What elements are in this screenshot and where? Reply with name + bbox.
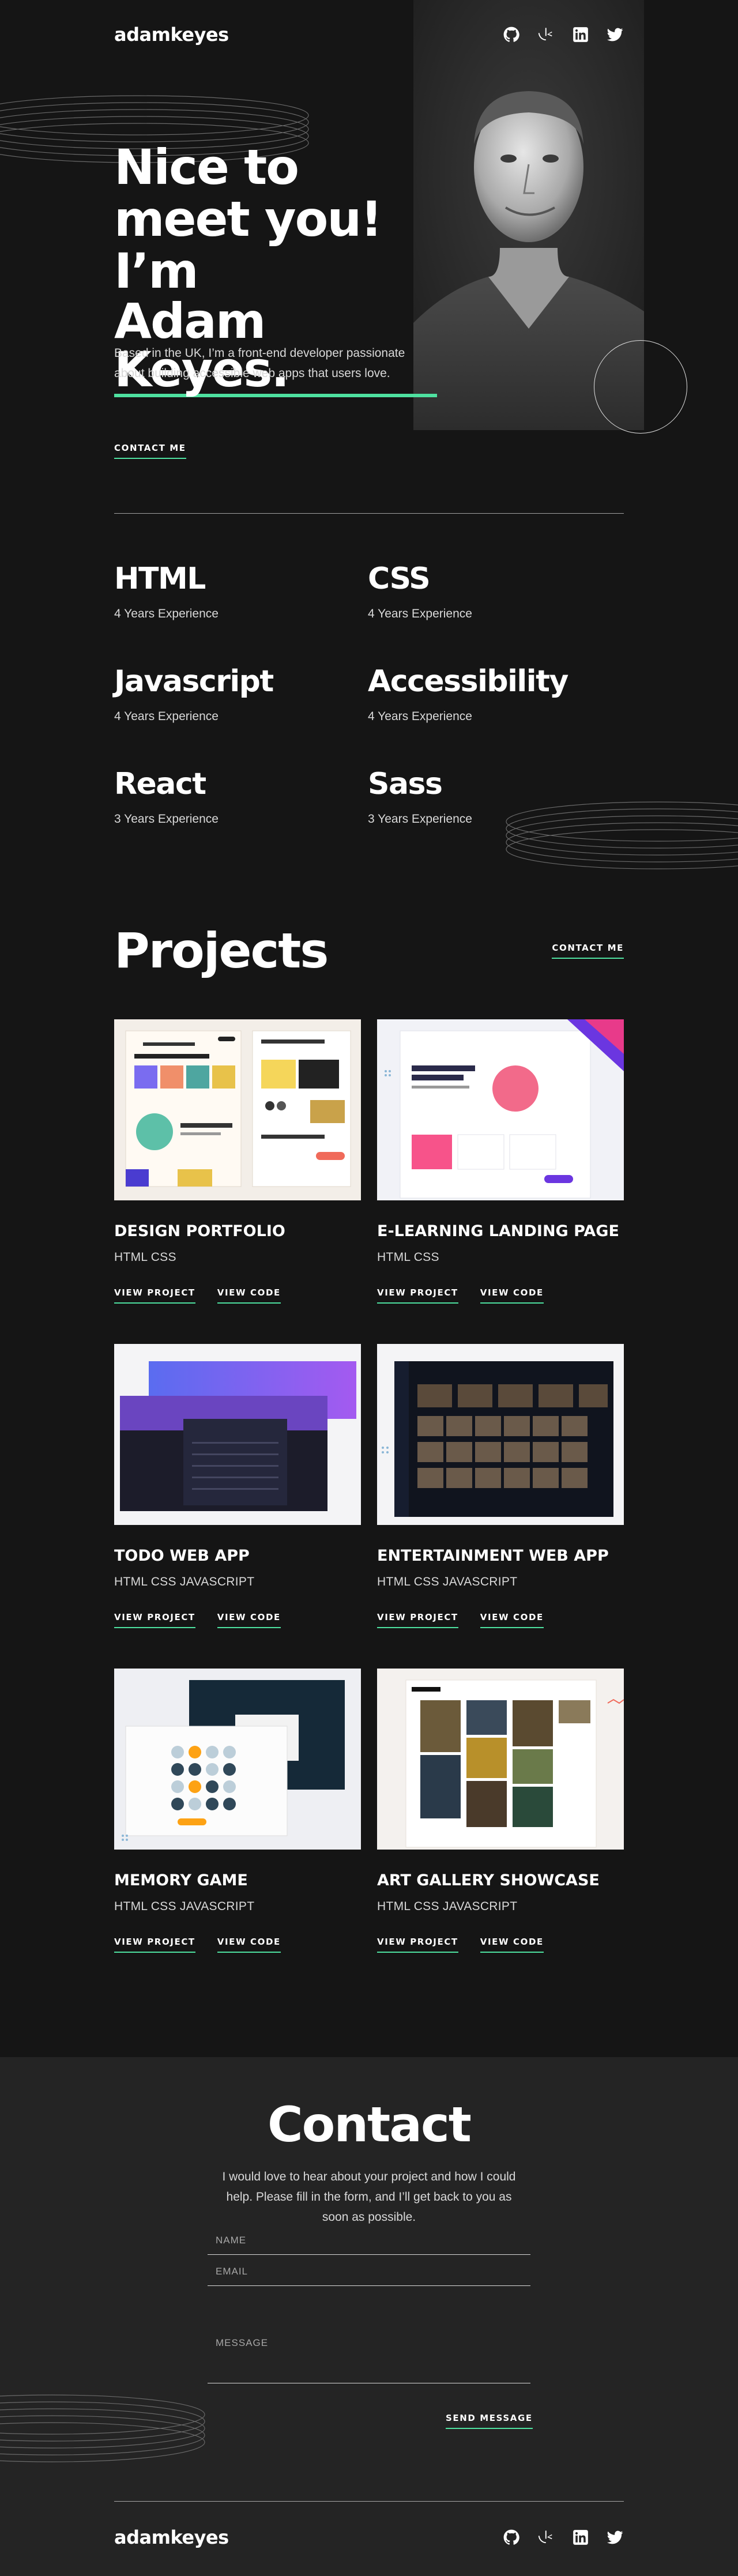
- project-thumbnail-art-gallery[interactable]: [377, 1669, 624, 1850]
- project-links: View project View code: [114, 1612, 361, 1628]
- project-tags: HTML CSS Javascript: [377, 1575, 518, 1588]
- site-footer: adamkeyes: [114, 2520, 624, 2555]
- project-title: Art Gallery Showcase: [377, 1871, 600, 1889]
- skill-name: Sass: [368, 767, 443, 801]
- skill-item: Javascript 4 Years Experience: [114, 665, 368, 724]
- hero-contact-button[interactable]: Contact me: [114, 443, 186, 459]
- skill-name: Accessibility: [368, 664, 568, 699]
- view-code-button[interactable]: View code: [480, 1612, 544, 1628]
- project-title: E-Learning Landing Page: [377, 1222, 619, 1240]
- project-links: View project View code: [114, 1937, 361, 1953]
- view-project-button[interactable]: View project: [114, 1612, 195, 1628]
- message-input[interactable]: [208, 2337, 530, 2380]
- project-title: Todo Web App: [114, 1547, 250, 1565]
- footer-social-links: [503, 2529, 624, 2546]
- projects-title: Projects: [114, 922, 329, 979]
- social-links: [503, 26, 624, 43]
- view-project-button[interactable]: View project: [377, 1612, 458, 1628]
- project-card: Entertainment Web App HTML CSS Javascrip…: [377, 1344, 624, 1628]
- project-links: View project View code: [377, 1937, 624, 1953]
- project-card: Memory Game HTML CSS Javascript View pro…: [114, 1669, 361, 1953]
- project-tags: HTML CSS: [377, 1251, 439, 1264]
- circle-decoration: [594, 340, 687, 434]
- portfolio-page: adamkeyes Nice to meet you! I’m Adam Key…: [0, 0, 738, 2576]
- frontend-mentor-icon[interactable]: [537, 2529, 555, 2546]
- project-tags: HTML CSS: [114, 1251, 176, 1264]
- skill-name: HTML: [114, 562, 206, 596]
- linkedin-icon[interactable]: [572, 2529, 589, 2546]
- twitter-icon[interactable]: [607, 2529, 624, 2546]
- skill-experience: 3 Years Experience: [368, 812, 472, 826]
- project-thumbnail-memory-game[interactable]: [114, 1669, 361, 1850]
- skill-item: React 3 Years Experience: [114, 767, 368, 826]
- skill-experience: 4 Years Experience: [368, 710, 472, 723]
- skill-item: Sass 3 Years Experience: [368, 767, 622, 826]
- project-card: Art Gallery Showcase HTML CSS Javascript…: [377, 1669, 624, 1953]
- hero-title-line1: Nice to: [114, 139, 299, 195]
- project-tags: HTML CSS Javascript: [114, 1575, 255, 1588]
- view-project-button[interactable]: View project: [377, 1287, 458, 1304]
- view-project-button[interactable]: View project: [114, 1287, 195, 1304]
- skill-experience: 4 Years Experience: [368, 607, 472, 620]
- skill-name: Javascript: [114, 664, 274, 699]
- footer-logo[interactable]: adamkeyes: [114, 2526, 229, 2548]
- email-field: [208, 2266, 530, 2286]
- projects-header: Projects Contact me: [114, 922, 624, 979]
- view-code-button[interactable]: View code: [217, 1937, 281, 1953]
- hero-intro: Based in the UK, I’m a front-end develop…: [114, 347, 405, 380]
- projects-contact-button[interactable]: Contact me: [552, 943, 624, 959]
- project-links: View project View code: [377, 1287, 624, 1304]
- project-links: View project View code: [377, 1612, 624, 1628]
- github-icon[interactable]: [503, 26, 520, 43]
- project-thumbnail-design-portfolio[interactable]: [114, 1019, 361, 1200]
- project-card: Todo Web App HTML CSS Javascript View pr…: [114, 1344, 361, 1628]
- project-thumbnail-entertainment[interactable]: [377, 1344, 624, 1525]
- project-tags: HTML CSS Javascript: [114, 1900, 255, 1913]
- contact-section: Contact I would love to hear about your …: [0, 2057, 738, 2576]
- rings-decoration-bottom: [0, 2392, 208, 2472]
- linkedin-icon[interactable]: [572, 26, 589, 43]
- name-field: [208, 2235, 530, 2255]
- project-card: Design Portfolio HTML CSS View project V…: [114, 1019, 361, 1304]
- footer-divider: [114, 2501, 624, 2502]
- skill-item: HTML 4 Years Experience: [114, 562, 368, 621]
- project-tags: HTML CSS Javascript: [377, 1900, 518, 1913]
- view-code-button[interactable]: View code: [480, 1287, 544, 1304]
- projects-grid: Design Portfolio HTML CSS View project V…: [114, 1019, 624, 1953]
- hero-divider: [114, 513, 624, 514]
- project-title: Design Portfolio: [114, 1222, 285, 1240]
- project-thumbnail-e-learning[interactable]: [377, 1019, 624, 1200]
- skill-name: CSS: [368, 562, 431, 596]
- view-project-button[interactable]: View project: [114, 1937, 195, 1953]
- contact-description: I would love to hear about your project …: [222, 2170, 516, 2224]
- skill-experience: 3 Years Experience: [114, 812, 219, 826]
- project-title: Memory Game: [114, 1871, 248, 1889]
- frontend-mentor-icon[interactable]: [537, 26, 555, 43]
- name-input[interactable]: [208, 2235, 530, 2254]
- view-code-button[interactable]: View code: [217, 1287, 281, 1304]
- message-field: [208, 2337, 530, 2383]
- skill-item: Accessibility 4 Years Experience: [368, 665, 622, 724]
- view-code-button[interactable]: View code: [480, 1937, 544, 1953]
- project-card: E-Learning Landing Page HTML CSS View pr…: [377, 1019, 624, 1304]
- view-project-button[interactable]: View project: [377, 1937, 458, 1953]
- send-message-button[interactable]: Send message: [446, 2413, 533, 2429]
- project-thumbnail-todo[interactable]: [114, 1344, 361, 1525]
- contact-title: Contact: [268, 2096, 472, 2153]
- project-title: Entertainment Web App: [377, 1547, 609, 1565]
- skill-experience: 4 Years Experience: [114, 607, 219, 620]
- skill-item: CSS 4 Years Experience: [368, 562, 622, 621]
- twitter-icon[interactable]: [607, 26, 624, 43]
- email-input[interactable]: [208, 2266, 530, 2285]
- skills-grid: HTML 4 Years Experience CSS 4 Years Experi…: [114, 562, 624, 826]
- hero-title-line2: meet you! I’m: [114, 191, 382, 299]
- skill-name: React: [114, 767, 206, 801]
- site-logo[interactable]: adamkeyes: [114, 24, 229, 46]
- view-code-button[interactable]: View code: [217, 1612, 281, 1628]
- github-icon[interactable]: [503, 2529, 520, 2546]
- skill-experience: 4 Years Experience: [114, 710, 219, 723]
- project-links: View project View code: [114, 1287, 361, 1304]
